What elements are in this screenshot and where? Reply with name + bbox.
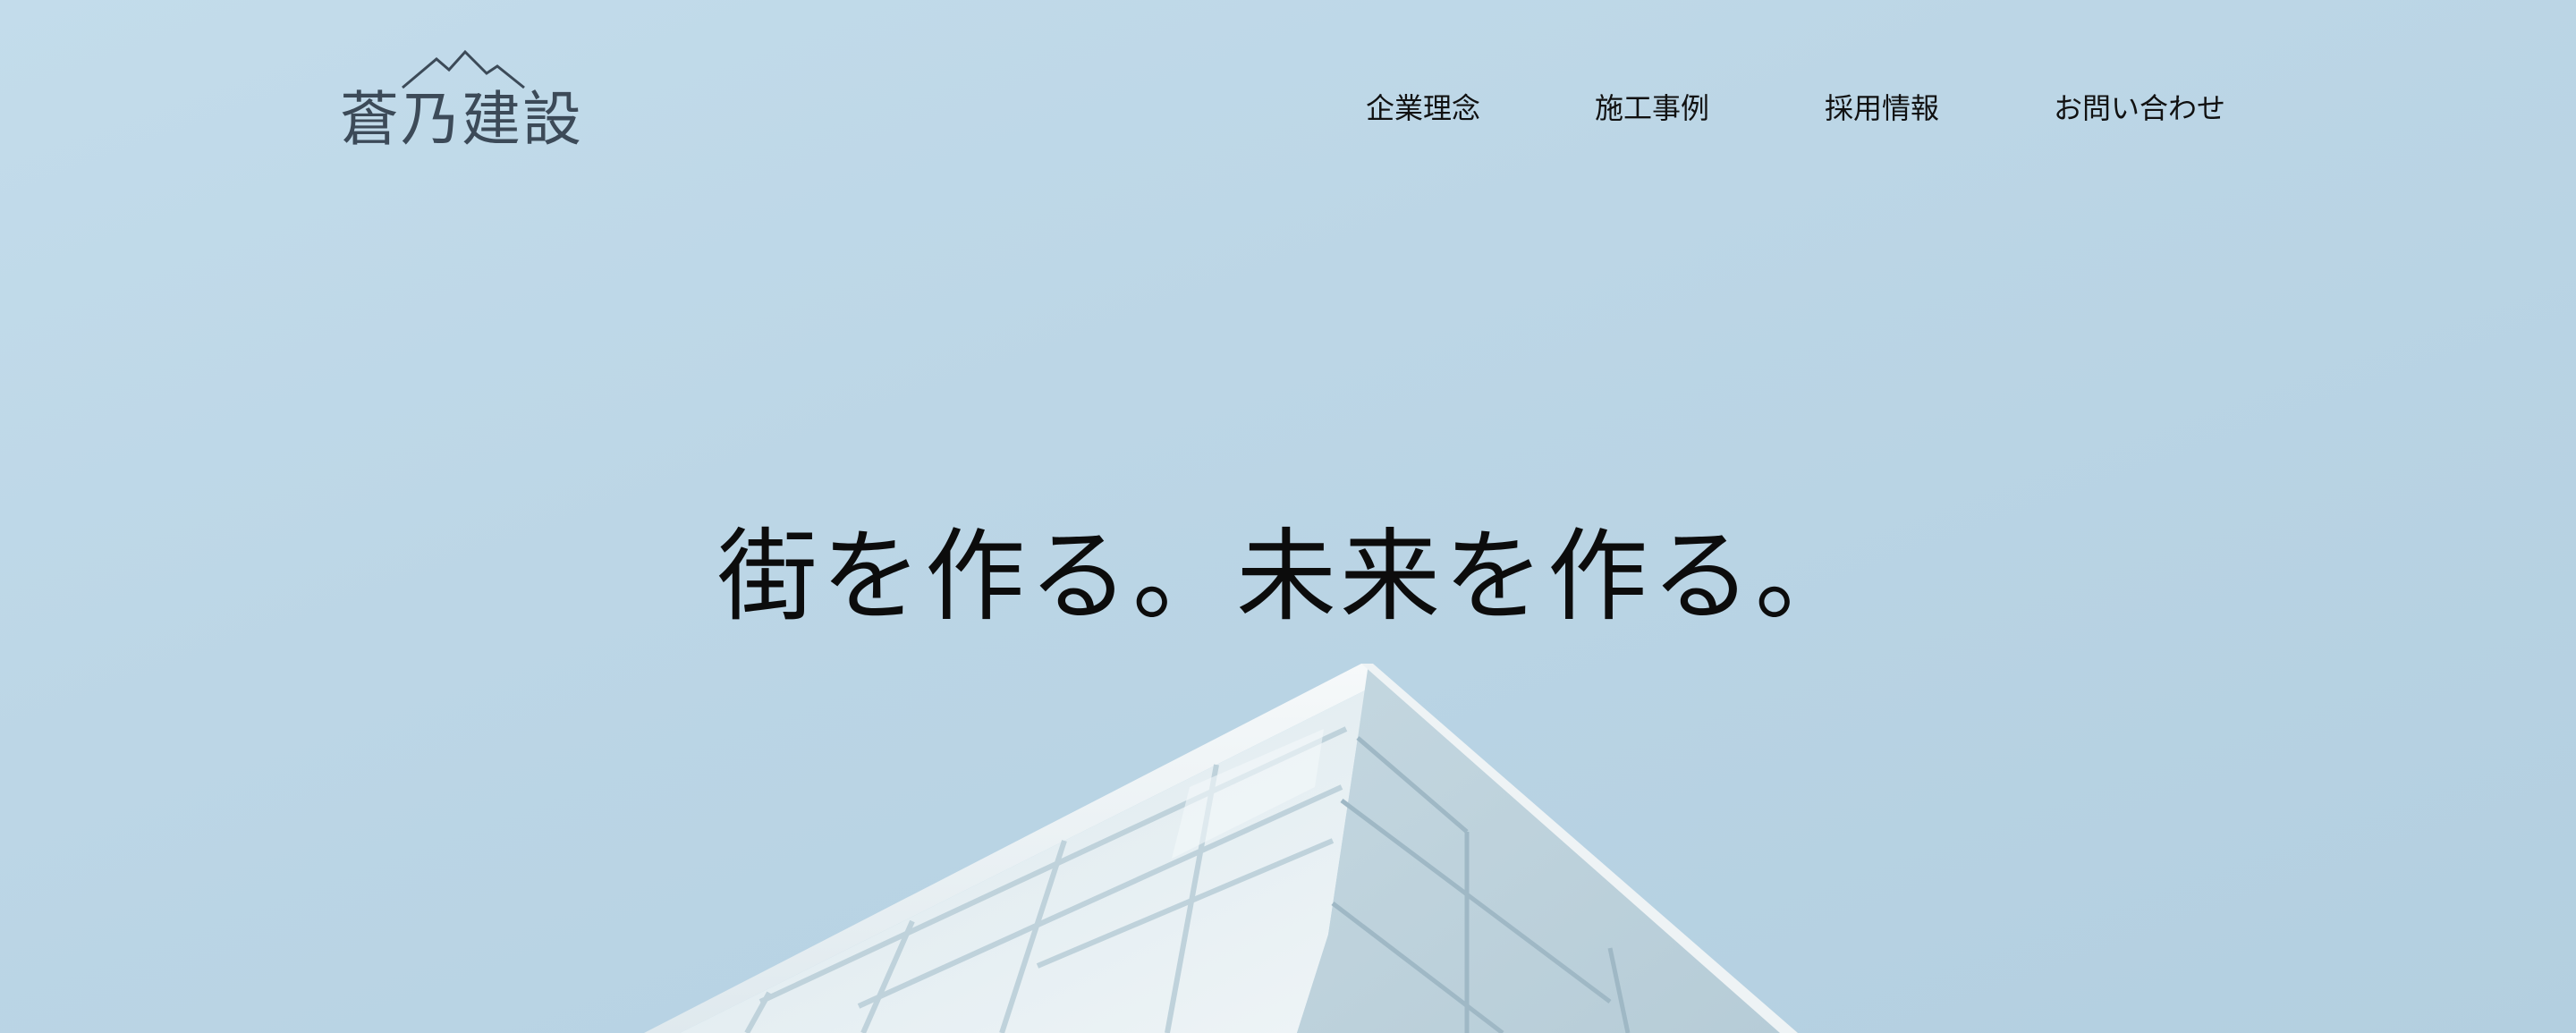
facade-left [680,689,1368,1033]
main-nav: 企業理念 施工事例 採用情報 お問い合わせ [0,86,2576,131]
nav-item-contact[interactable]: お問い合わせ [2054,86,2225,131]
nav-item-recruit[interactable]: 採用情報 [1825,86,1939,131]
nav-item-philosophy[interactable]: 企業理念 [1366,86,1480,131]
nav-item-works[interactable]: 施工事例 [1595,86,1709,131]
page: 蒼乃建設 企業理念 施工事例 採用情報 お問い合わせ 街を作る。未来を作る。 [0,0,2576,1033]
hero-title: 街を作る。未来を作る。 [717,519,1859,635]
site-header: 蒼乃建設 企業理念 施工事例 採用情報 お問い合わせ [0,0,2576,179]
